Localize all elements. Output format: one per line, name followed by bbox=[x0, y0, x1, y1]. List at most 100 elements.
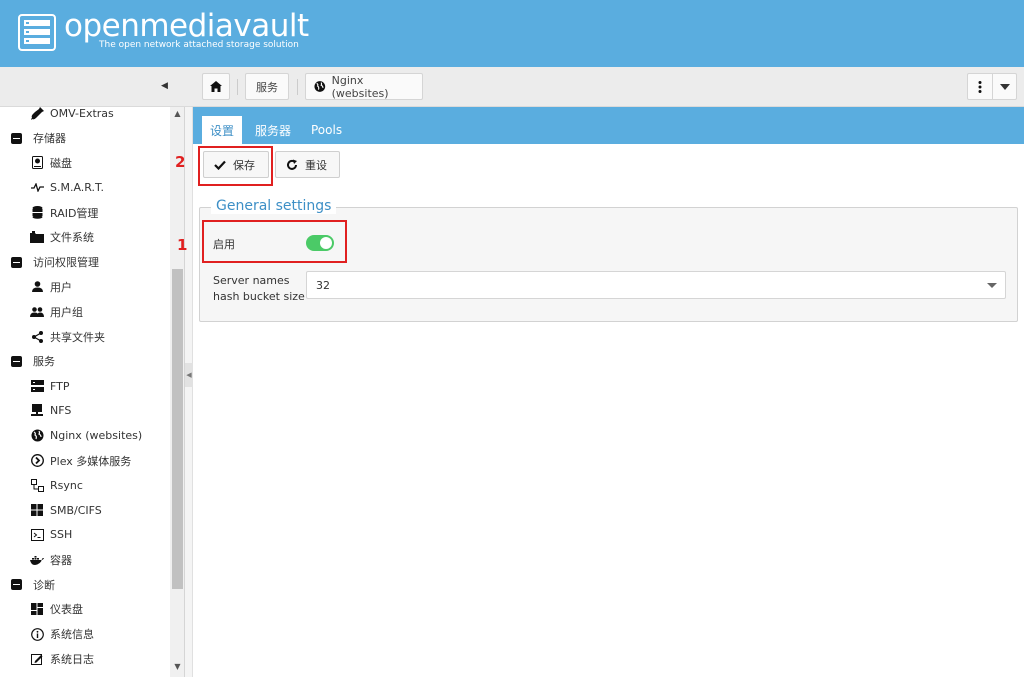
collapse-sidebar-icon[interactable]: ◀ bbox=[161, 81, 171, 93]
pulse-icon bbox=[30, 181, 44, 195]
collapse-icon[interactable] bbox=[9, 354, 23, 368]
sidebar-item-nginx-websites[interactable]: Nginx (websites) bbox=[0, 423, 170, 448]
sidebar-item-ftp[interactable]: FTP bbox=[0, 374, 170, 399]
fieldset-legend: General settings bbox=[211, 198, 337, 214]
folders-icon bbox=[30, 230, 44, 244]
breadcrumb-bar: ◀ 服务 Nginx (websites) bbox=[0, 67, 1024, 107]
sidebar-item-磁盘[interactable]: 磁盘 bbox=[0, 151, 170, 176]
database-icon bbox=[30, 206, 44, 220]
sidebar-item-共享文件夹[interactable]: 共享文件夹 bbox=[0, 324, 170, 349]
sidebar-item-容器[interactable]: 容器 bbox=[0, 547, 170, 572]
sidebar-item-raid管理[interactable]: RAID管理 bbox=[0, 200, 170, 225]
hash-bucket-select[interactable]: 32 bbox=[306, 271, 1006, 299]
hash-bucket-label: Server names hash bucket size bbox=[213, 274, 305, 303]
sidebar-group-服务[interactable]: 服务 bbox=[0, 349, 170, 374]
scroll-down-arrow[interactable]: ▼ bbox=[170, 662, 184, 674]
windows-icon bbox=[30, 503, 44, 517]
reset-label: 重设 bbox=[305, 158, 327, 172]
sidebar: OMV-Extras 存储器磁盘 S.M.A.R.T. RAID管理文件系统访问权限管… bbox=[0, 107, 185, 677]
sidebar-item-label: RAID管理 bbox=[50, 206, 99, 220]
splitter-collapse-icon[interactable]: ◀ bbox=[185, 363, 193, 387]
breadcrumb-current-label: Nginx (websites) bbox=[331, 73, 389, 100]
sidebar-item-label: 服务 bbox=[33, 355, 55, 369]
breadcrumb-separator bbox=[297, 79, 298, 95]
sidebar-item-ssh[interactable]: SSH bbox=[0, 523, 170, 548]
terminal-icon bbox=[30, 528, 44, 542]
sidebar-splitter[interactable]: ◀ bbox=[185, 107, 193, 677]
log-icon bbox=[30, 652, 44, 666]
plex-icon bbox=[30, 454, 44, 468]
dropdown-button[interactable] bbox=[993, 74, 1017, 99]
breadcrumb-services[interactable]: 服务 bbox=[245, 73, 289, 100]
sidebar-item-系统信息[interactable]: 系统信息 bbox=[0, 622, 170, 647]
logo-text: openmediavault bbox=[64, 8, 309, 44]
sidebar-item-用户组[interactable]: 用户组 bbox=[0, 299, 170, 324]
tab-pools[interactable]: Pools bbox=[303, 116, 350, 144]
sidebar-item-label: FTP bbox=[50, 379, 70, 393]
dashboard-icon bbox=[30, 602, 44, 616]
sidebar-item-label: 存储器 bbox=[33, 132, 66, 146]
tab-settings[interactable]: 设置 bbox=[202, 116, 243, 144]
scroll-up-arrow[interactable]: ▲ bbox=[170, 109, 184, 121]
sidebar-item-label: SMB/CIFS bbox=[50, 503, 102, 517]
sidebar-item-label: 仪表盘 bbox=[50, 603, 83, 617]
user-icon bbox=[30, 280, 44, 294]
users-icon bbox=[30, 305, 44, 319]
app-header: openmediavault The open network attached… bbox=[0, 0, 1024, 67]
sidebar-item-smb-cifs[interactable]: SMB/CIFS bbox=[0, 498, 170, 523]
plug-icon bbox=[30, 107, 44, 120]
toolbar-menu bbox=[967, 73, 1017, 100]
sidebar-item-label: 系统日志 bbox=[50, 652, 94, 666]
collapse-icon[interactable] bbox=[9, 578, 23, 592]
sync-icon bbox=[30, 478, 44, 492]
sidebar-item-s-m-a-r-t[interactable]: S.M.A.R.T. bbox=[0, 175, 170, 200]
sidebar-item-omv-extras[interactable]: OMV-Extras bbox=[0, 107, 170, 126]
share-icon bbox=[30, 330, 44, 344]
tab-servers[interactable]: 服务器 bbox=[247, 116, 299, 144]
sidebar-item-rsync[interactable]: Rsync bbox=[0, 473, 170, 498]
sidebar-item-nfs[interactable]: NFS bbox=[0, 399, 170, 424]
home-icon bbox=[210, 81, 222, 92]
sidebar-item-label: 容器 bbox=[50, 553, 72, 567]
breadcrumb-separator bbox=[237, 79, 238, 95]
sidebar-item-label: 系统信息 bbox=[50, 628, 94, 642]
sidebar-group-访问权限管理[interactable]: 访问权限管理 bbox=[0, 250, 170, 275]
sidebar-item-label: 访问权限管理 bbox=[33, 256, 99, 270]
sidebar-group-存储器[interactable]: 存储器 bbox=[0, 126, 170, 151]
sidebar-item-label: 用户组 bbox=[50, 305, 83, 319]
sidebar-item-仪表盘[interactable]: 仪表盘 bbox=[0, 597, 170, 622]
more-options-button[interactable] bbox=[968, 74, 993, 99]
sidebar-item-用户[interactable]: 用户 bbox=[0, 275, 170, 300]
reset-button[interactable]: 重设 bbox=[275, 151, 340, 178]
globe-icon bbox=[30, 429, 44, 443]
breadcrumb-home-button[interactable] bbox=[202, 73, 230, 100]
network-drive-icon bbox=[30, 404, 44, 418]
scroll-thumb[interactable] bbox=[172, 269, 183, 589]
sidebar-item-label: Plex 多媒体服务 bbox=[50, 454, 132, 468]
sidebar-item-label: Rsync bbox=[50, 478, 83, 492]
sidebar-group-诊断[interactable]: 诊断 bbox=[0, 572, 170, 597]
hash-bucket-value: 32 bbox=[316, 278, 330, 292]
breadcrumb-current[interactable]: Nginx (websites) bbox=[305, 73, 423, 100]
sidebar-nav: OMV-Extras 存储器磁盘 S.M.A.R.T. RAID管理文件系统访问权限管… bbox=[0, 107, 170, 671]
sidebar-item-label: Nginx (websites) bbox=[50, 429, 143, 443]
collapse-icon[interactable] bbox=[9, 131, 23, 145]
sidebar-item-文件系统[interactable]: 文件系统 bbox=[0, 225, 170, 250]
server-icon bbox=[30, 379, 44, 393]
sidebar-item-label: SSH bbox=[50, 528, 73, 542]
sidebar-item-label: OMV-Extras bbox=[50, 107, 114, 120]
annotation-step-2: 2 bbox=[175, 153, 186, 171]
chevron-down-icon bbox=[987, 283, 997, 288]
logo-subtitle: The open network attached storage soluti… bbox=[99, 40, 299, 50]
chevron-down-icon bbox=[1000, 83, 1010, 90]
docker-icon bbox=[30, 553, 44, 567]
kebab-icon bbox=[978, 80, 982, 93]
collapse-icon[interactable] bbox=[9, 255, 23, 269]
annotation-step-1: 1 bbox=[177, 236, 188, 254]
sidebar-item-label: S.M.A.R.T. bbox=[50, 181, 104, 195]
sidebar-item-系统日志[interactable]: 系统日志 bbox=[0, 647, 170, 672]
disk-icon bbox=[30, 156, 44, 170]
sidebar-item-label: NFS bbox=[50, 404, 72, 418]
sidebar-scrollbar[interactable]: ▲ ▼ bbox=[170, 107, 184, 677]
sidebar-item-plex-多媒体服务[interactable]: Plex 多媒体服务 bbox=[0, 448, 170, 473]
